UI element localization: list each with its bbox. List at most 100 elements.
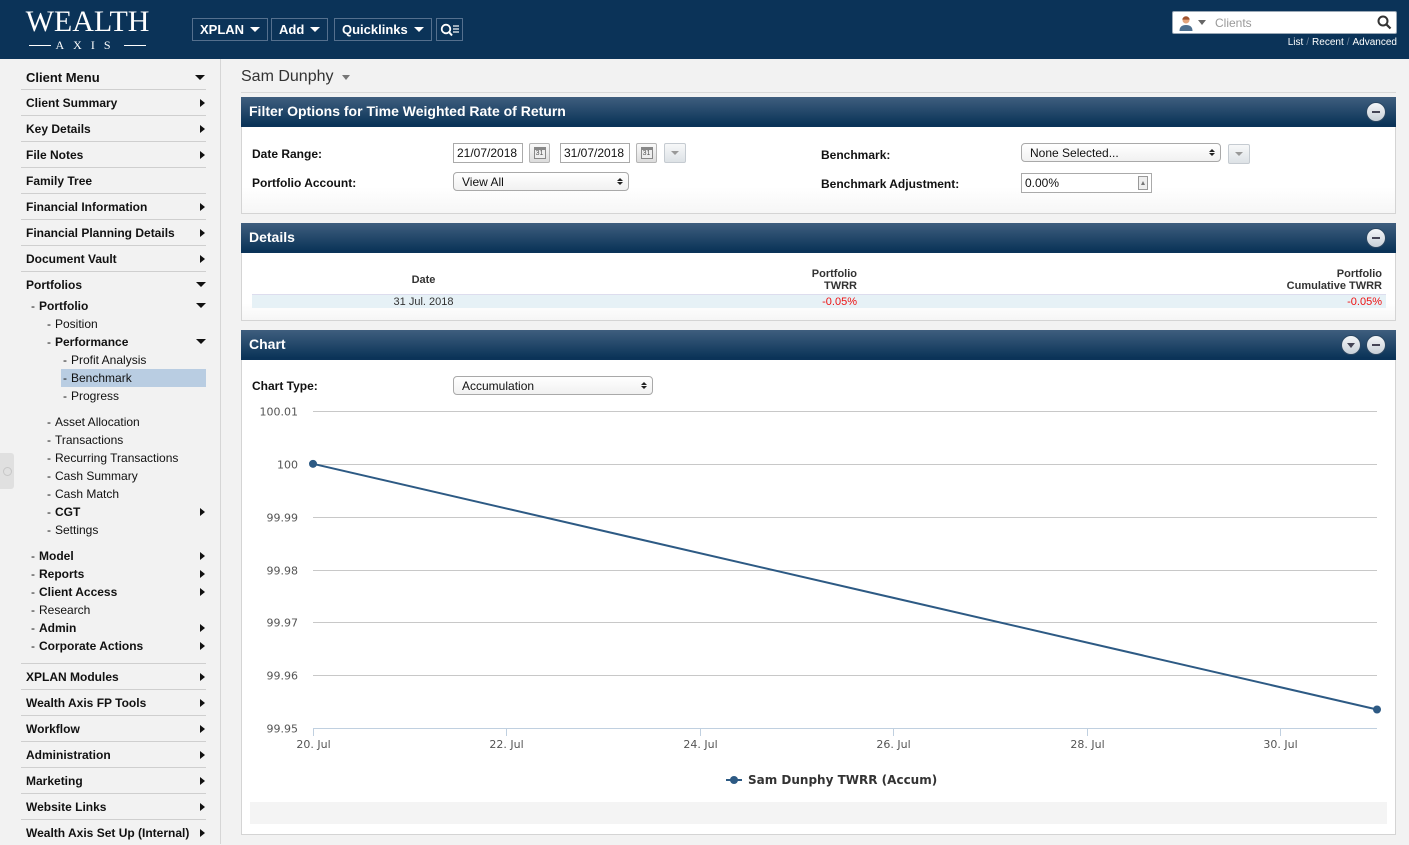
benchmark-options-button[interactable]: [1228, 144, 1250, 164]
portfolio-account-label: Portfolio Account:: [252, 176, 357, 190]
sidebar-item-client-summary[interactable]: Client Summary: [21, 89, 206, 115]
client-menu-header[interactable]: Client Menu: [21, 66, 206, 88]
chart-type-select[interactable]: Accumulation: [453, 376, 653, 395]
chart-legend-item[interactable]: Sam Dunphy TWRR (Accum): [726, 773, 937, 787]
chevron-down-icon: [1235, 152, 1243, 156]
column-header-cumulative-line2: Cumulative TWRR: [1286, 280, 1382, 292]
search-link-list[interactable]: List: [1288, 37, 1304, 48]
sidebar-item-label: CGT: [55, 504, 81, 519]
filter-panel-body: [241, 127, 1396, 214]
stepper-icon[interactable]: [1138, 176, 1148, 190]
sidebar-item-admin[interactable]: - Admin: [31, 619, 206, 636]
nav-add-button[interactable]: Add: [271, 18, 329, 41]
sidebar-item-website-links[interactable]: Website Links: [21, 793, 206, 819]
sidebar-item-administration[interactable]: Administration: [21, 741, 206, 767]
chevron-right-icon: [200, 828, 205, 837]
benchmark-adjustment-label: Benchmark Adjustment:: [821, 177, 960, 191]
details-panel-header: Details: [241, 223, 1396, 253]
column-header-cumulative-twrr: Portfolio Cumulative TWRR: [1180, 268, 1382, 292]
sidebar-item-label: Position: [55, 316, 98, 331]
sidebar-item-file-notes[interactable]: File Notes: [21, 141, 206, 167]
sidebar-item-cgt[interactable]: - CGT: [47, 503, 206, 520]
sidebar-item-marketing[interactable]: Marketing: [21, 767, 206, 793]
benchmark-select[interactable]: None Selected...: [1021, 143, 1221, 162]
chevron-right-icon: [200, 202, 205, 211]
date-to-input[interactable]: 31/07/2018: [560, 143, 630, 163]
sidebar-item-financial-information[interactable]: Financial Information: [21, 193, 206, 219]
nav-add-label: Add: [279, 22, 305, 37]
sidebar-item-research[interactable]: - Research: [31, 601, 206, 618]
sidebar-item-label: Financial Information: [26, 199, 148, 214]
client-search-input[interactable]: [1215, 15, 1365, 30]
select-arrows-icon: [1209, 149, 1215, 156]
chevron-right-icon: [200, 750, 205, 759]
filter-panel-collapse-button[interactable]: [1366, 102, 1386, 122]
divider: [241, 92, 1396, 93]
sidebar-item-reports[interactable]: - Reports: [31, 565, 206, 582]
chart-panel-collapse-button[interactable]: [1366, 335, 1386, 355]
chevron-right-icon: [200, 150, 205, 159]
benchmark-label: Benchmark:: [821, 148, 891, 162]
chevron-down-icon: [1347, 342, 1355, 348]
date-from-calendar-button[interactable]: 31: [529, 143, 550, 163]
chevron-down-icon: [250, 27, 261, 32]
chevron-right-icon: [200, 98, 205, 107]
sidebar-item-settings[interactable]: - Settings: [47, 521, 206, 538]
sidebar-item-wealth-axis-set-up[interactable]: Wealth Axis Set Up (Internal): [21, 819, 206, 845]
sidebar-item-cash-summary[interactable]: - Cash Summary: [47, 467, 206, 484]
sidebar-item-model[interactable]: - Model: [31, 547, 206, 564]
sidebar-item-performance[interactable]: - Performance: [47, 333, 206, 350]
advanced-search-button[interactable]: [436, 18, 463, 41]
sidebar-item-label: Transactions: [55, 432, 124, 447]
sidebar-item-key-details[interactable]: Key Details: [21, 115, 206, 141]
user-icon[interactable]: [1178, 15, 1194, 31]
search-icon[interactable]: [1377, 15, 1392, 30]
sidebar-item-benchmark[interactable]: - Benchmark: [61, 369, 206, 387]
client-menu-title: Client Menu: [26, 69, 100, 85]
sidebar-item-asset-allocation[interactable]: - Asset Allocation: [47, 413, 206, 430]
select-arrows-icon: [617, 178, 623, 185]
sidebar-item-wealth-axis-fp-tools[interactable]: Wealth Axis FP Tools: [21, 689, 206, 715]
details-panel-collapse-button[interactable]: [1366, 228, 1386, 248]
chart-footer: [250, 802, 1387, 824]
sidebar-item-portfolios[interactable]: Portfolios: [21, 271, 206, 297]
wealth-axis-logo[interactable]: WEALTH AXIS: [20, 7, 155, 55]
sidebar-item-label: Model: [39, 548, 74, 563]
search-link-recent[interactable]: Recent: [1312, 37, 1344, 48]
chevron-right-icon: [200, 698, 205, 707]
client-name: Sam Dunphy: [241, 68, 334, 85]
search-link-advanced[interactable]: Advanced: [1353, 37, 1397, 48]
sidebar-item-cash-match[interactable]: - Cash Match: [47, 485, 206, 502]
nav-xplan-button[interactable]: XPLAN: [192, 18, 269, 41]
sidebar-item-label: Cash Match: [55, 486, 120, 501]
sidebar-collapse-handle[interactable]: [0, 453, 14, 489]
date-from-input[interactable]: 21/07/2018: [453, 143, 523, 163]
date-range-preset-button[interactable]: [664, 143, 686, 163]
sidebar-item-document-vault[interactable]: Document Vault: [21, 245, 206, 271]
chevron-right-icon: [200, 802, 205, 811]
sidebar-item-progress[interactable]: - Progress: [61, 387, 206, 404]
sidebar-item-client-access[interactable]: - Client Access: [31, 583, 206, 600]
date-to-calendar-button[interactable]: 31: [636, 143, 657, 163]
sidebar-item-label: Recurring Transactions: [55, 450, 179, 465]
search-type-chevron-icon[interactable]: [1198, 20, 1206, 25]
column-header-twrr-line2: TWRR: [824, 280, 857, 292]
nav-quicklinks-button[interactable]: Quicklinks: [334, 18, 432, 41]
sidebar-item-xplan-modules[interactable]: XPLAN Modules: [21, 663, 206, 689]
portfolio-account-select[interactable]: View All: [453, 172, 629, 191]
sidebar-item-profit-analysis[interactable]: - Profit Analysis: [61, 351, 206, 368]
logo-text-top: WEALTH: [25, 5, 150, 38]
sidebar-item-family-tree[interactable]: Family Tree: [21, 167, 206, 193]
sidebar-item-transactions[interactable]: - Transactions: [47, 431, 206, 448]
sidebar-item-label: Settings: [55, 522, 99, 537]
sidebar-item-position[interactable]: - Position: [47, 315, 206, 332]
benchmark-adjustment-input[interactable]: 0.00%: [1021, 173, 1152, 193]
sidebar-item-financial-planning-details[interactable]: Financial Planning Details: [21, 219, 206, 245]
sidebar-item-portfolio[interactable]: - Portfolio: [31, 297, 206, 314]
sidebar-item-recurring-transactions[interactable]: - Recurring Transactions: [47, 449, 206, 466]
chart-options-button[interactable]: [1341, 335, 1361, 355]
client-name-dropdown[interactable]: Sam Dunphy: [241, 68, 350, 86]
chart-type-label: Chart Type:: [252, 379, 318, 393]
sidebar-item-corporate-actions[interactable]: - Corporate Actions: [31, 637, 206, 654]
sidebar-item-workflow[interactable]: Workflow: [21, 715, 206, 741]
